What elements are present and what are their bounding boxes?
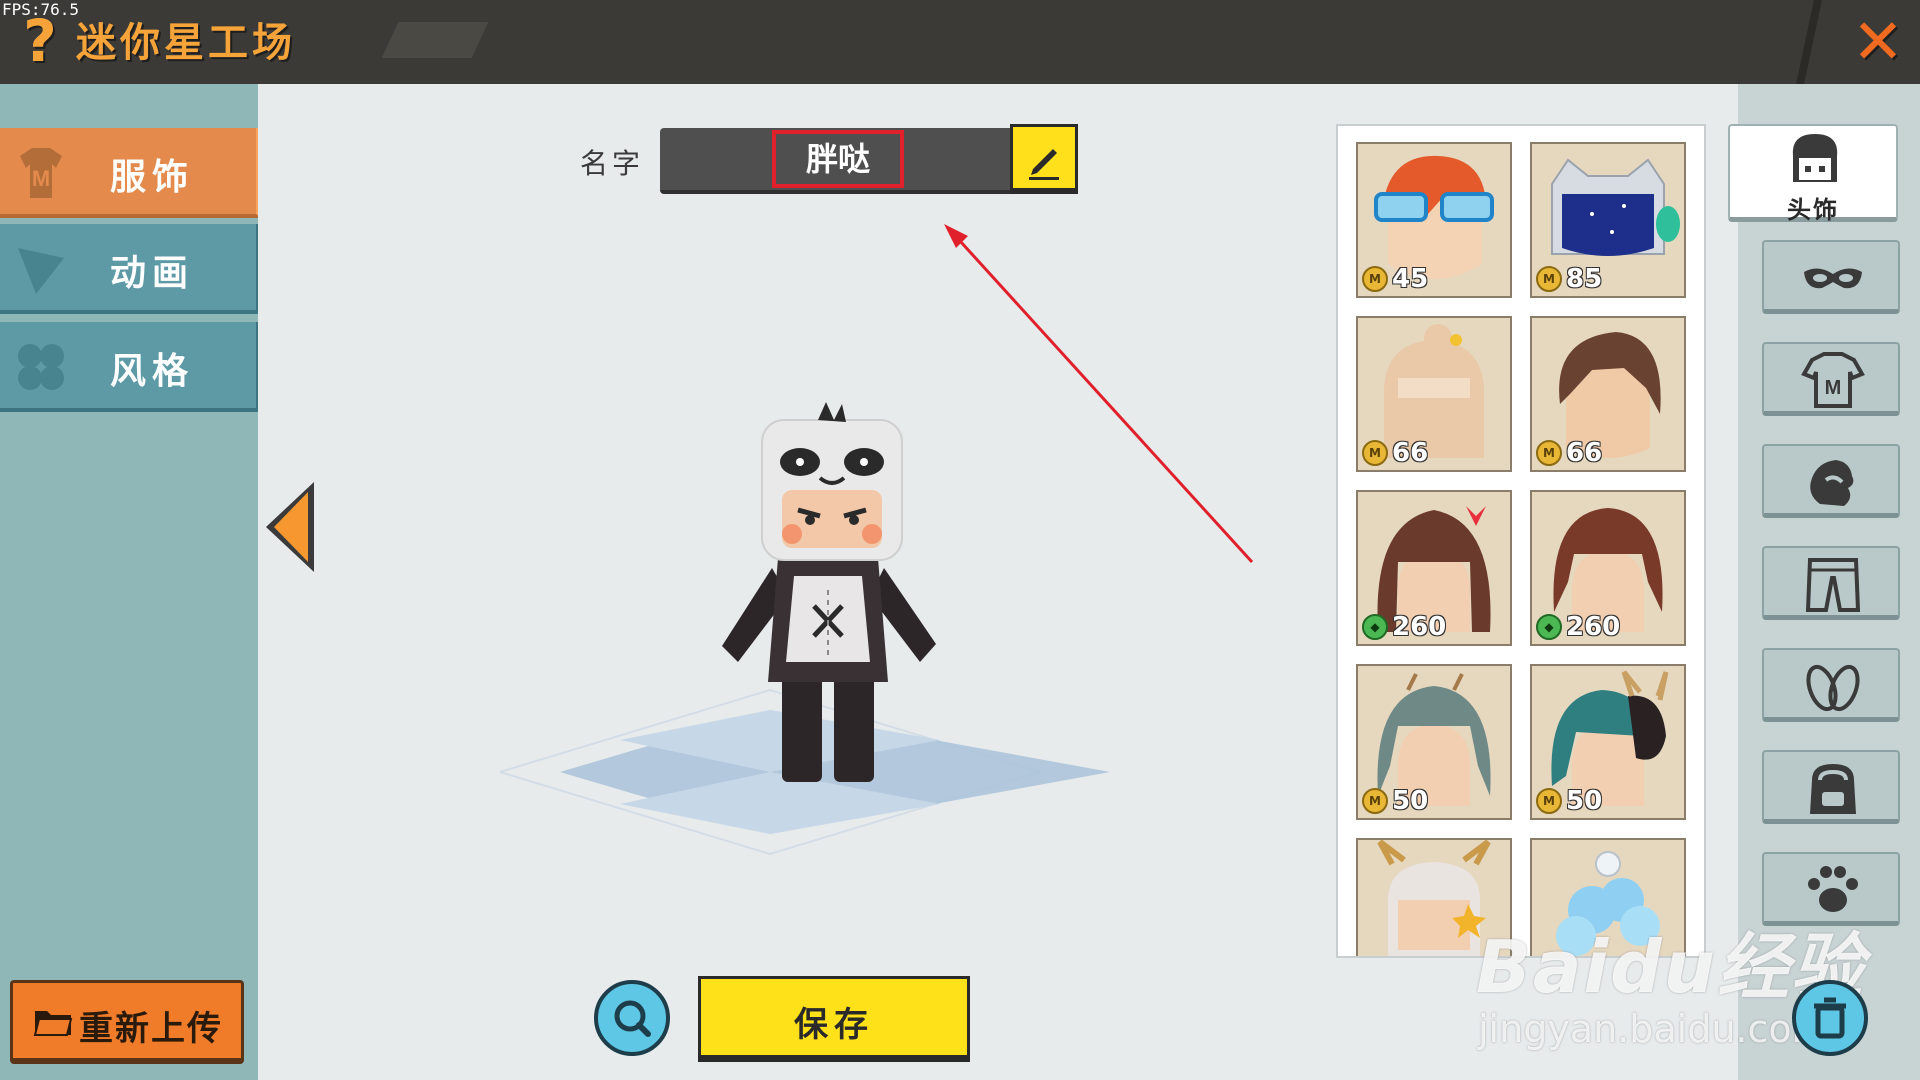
tab-label: 服饰 (110, 157, 195, 198)
shoes-icon (1806, 664, 1860, 712)
name-input-value[interactable]: 胖哒 (772, 130, 904, 188)
item-price: M 66 (1362, 438, 1428, 468)
item-price: M 50 (1362, 786, 1428, 816)
gem-icon: ◆ (1536, 614, 1562, 640)
svg-text:M: M (32, 166, 50, 191)
item-price: M 45 (1362, 264, 1428, 294)
coin-icon: M (1536, 266, 1562, 292)
clover-icon (18, 344, 64, 390)
pencil-icon (1029, 149, 1059, 180)
glove-icon (1810, 460, 1854, 506)
gem-icon: ◆ (1362, 614, 1388, 640)
save-button[interactable]: 保存 (698, 976, 970, 1062)
item-price: M 50 (1536, 786, 1602, 816)
pants-icon (1805, 558, 1861, 612)
item-card[interactable]: M 50 (1356, 664, 1512, 820)
shirt-icon: M (1801, 352, 1865, 408)
price-value: 260 (1566, 612, 1621, 642)
search-icon (614, 1000, 651, 1037)
tab-style[interactable]: 风格 (0, 322, 262, 412)
head-icon (1792, 134, 1838, 182)
price-value: 260 (1392, 612, 1447, 642)
svg-text:M: M (1825, 377, 1842, 399)
category-mask[interactable] (1762, 240, 1900, 314)
backpack-icon (1810, 764, 1856, 814)
character-preview[interactable] (500, 400, 1170, 860)
tab-label: 风格 (110, 351, 195, 392)
decor-stripe (381, 22, 489, 58)
delete-button[interactable] (1792, 980, 1868, 1056)
save-label: 保存 (794, 1005, 874, 1045)
reupload-button[interactable]: 重新上传 (10, 980, 244, 1064)
price-value: 66 (1392, 438, 1429, 468)
price-value: 85 (1566, 264, 1603, 294)
item-card[interactable]: M 50 (1530, 664, 1686, 820)
decor-divider (1796, 0, 1822, 84)
play-triangle-icon (18, 248, 64, 294)
folder-icon (33, 1011, 73, 1036)
item-card[interactable]: M 45 (1356, 142, 1512, 298)
category-pants[interactable] (1762, 546, 1900, 620)
item-card[interactable]: M 85 (1530, 142, 1686, 298)
mask-icon (1804, 268, 1862, 289)
item-price: ◆ 260 (1362, 612, 1446, 642)
coin-icon: M (1362, 440, 1388, 466)
tab-animation[interactable]: 动画 (0, 224, 262, 314)
category-shirt[interactable]: M (1762, 342, 1900, 416)
category-backpack[interactable] (1762, 750, 1900, 824)
item-price: M 66 (1536, 438, 1602, 468)
reupload-label: 重新上传 (79, 1009, 223, 1049)
edit-name-button[interactable] (1010, 124, 1078, 194)
coin-icon: M (1536, 440, 1562, 466)
item-card[interactable]: M 66 (1530, 316, 1686, 472)
price-value: 50 (1392, 786, 1429, 816)
category-shoes[interactable] (1762, 648, 1900, 722)
coin-icon: M (1362, 266, 1388, 292)
tab-label: 动画 (110, 253, 195, 294)
price-value: 45 (1392, 264, 1429, 294)
coin-icon: M (1536, 788, 1562, 814)
item-grid: M 45 M 85 M 66 M 66 ◆ 260 ◆ 260 M 50 M 5… (1336, 124, 1706, 958)
zoom-button[interactable] (594, 980, 670, 1056)
item-price: ◆ 260 (1536, 612, 1620, 642)
price-value: 66 (1566, 438, 1603, 468)
category-headwear[interactable]: 头饰 (1728, 124, 1898, 224)
coin-icon: M (1362, 788, 1388, 814)
shirt-m-icon: M (20, 148, 62, 198)
item-card[interactable]: M 66 (1356, 316, 1512, 472)
tab-clothing[interactable]: M 服饰 (0, 128, 262, 218)
app-title: 迷你星工场 (76, 20, 296, 66)
category-glove[interactable] (1762, 444, 1900, 518)
item-card[interactable]: ◆ 260 (1530, 490, 1686, 646)
close-icon[interactable]: ✕ (1848, 11, 1908, 73)
price-value: 50 (1566, 786, 1603, 816)
help-icon[interactable]: ? (18, 6, 62, 76)
name-label: 名字 (580, 147, 645, 180)
item-price: M 85 (1536, 264, 1602, 294)
previous-arrow-icon[interactable] (260, 478, 320, 576)
trash-icon (1814, 997, 1846, 1039)
item-card[interactable]: ◆ 260 (1356, 490, 1512, 646)
category-label: 头饰 (1787, 196, 1839, 224)
